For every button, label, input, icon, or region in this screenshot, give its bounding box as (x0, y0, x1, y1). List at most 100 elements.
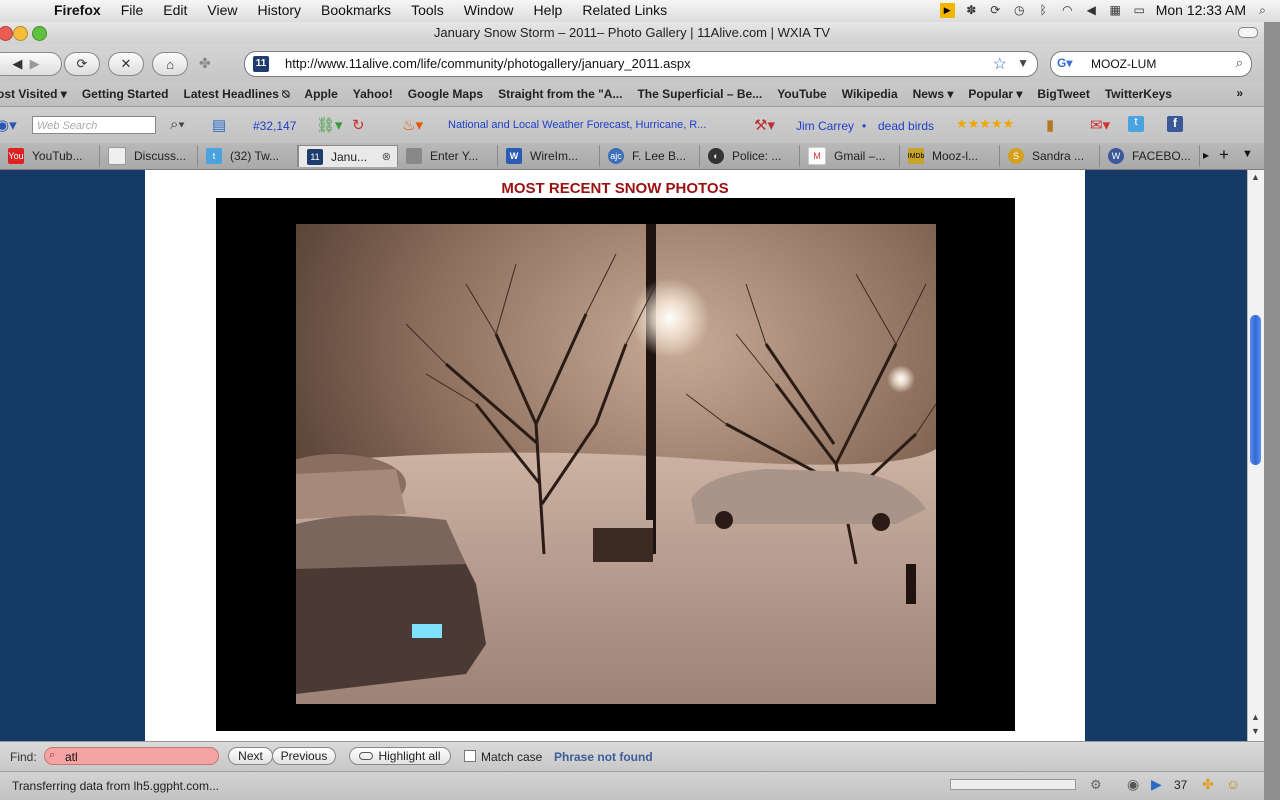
facebook-icon[interactable]: f (1167, 116, 1183, 132)
menubar-clock[interactable]: Mon 12:33 AM (1156, 2, 1246, 18)
spotlight-icon[interactable]: ⌕ (1255, 3, 1270, 18)
forward-arrow-icon[interactable]: ▶ (30, 56, 40, 72)
bluetooth-icon[interactable]: ᛒ (1036, 3, 1051, 18)
tab-sandra[interactable]: S Sandra ... (1000, 145, 1100, 167)
refresh-tool-icon[interactable]: ↻ (352, 116, 365, 134)
bookmark-tool-icon[interactable]: ▤ (212, 116, 226, 134)
tab-ajc[interactable]: ajc F. Lee B... (600, 145, 700, 167)
bookmark-yahoo[interactable]: Yahoo! (353, 87, 393, 101)
addon-gear-icon[interactable]: ⚙ (1090, 777, 1102, 793)
status-puzzle-icon[interactable]: ✤ (1202, 776, 1214, 793)
tab-imdb[interactable]: IMDb Mooz-l... (900, 145, 1000, 167)
site-identity-icon[interactable]: 11 (253, 56, 269, 72)
bookmark-youtube[interactable]: YouTube (777, 87, 827, 101)
highlight-all-button[interactable]: Highlight all (349, 747, 451, 765)
scroll-up-icon[interactable]: ▲ (1251, 172, 1260, 182)
link-chain-icon[interactable]: ⛓▾ (316, 116, 343, 134)
close-tab-icon[interactable]: ⊗ (382, 150, 391, 163)
plugin-icon[interactable]: ▶ (939, 2, 955, 18)
scrollbar-thumb[interactable] (1250, 315, 1261, 465)
sync-icon[interactable]: ⟳ (988, 3, 1003, 18)
bookmark-google-maps[interactable]: Google Maps (408, 87, 483, 101)
puzzle-icon[interactable]: ✤ (199, 55, 211, 72)
menu-history[interactable]: History (257, 2, 301, 18)
search-bar[interactable]: G▾ MOOZ-LUM ⌕ (1050, 51, 1252, 77)
calendar-icon[interactable]: ▦ (1108, 3, 1123, 18)
new-tab-button[interactable]: + (1219, 145, 1229, 165)
paw-icon[interactable]: ✽ (964, 3, 979, 18)
bookmark-most-visited[interactable]: ost Visited ▾ (0, 87, 67, 101)
search-input[interactable]: MOOZ-LUM (1091, 57, 1156, 71)
menu-view[interactable]: View (207, 2, 237, 18)
match-case-checkbox[interactable] (464, 750, 476, 762)
google-engine-icon[interactable]: G▾ (1057, 56, 1072, 70)
dead-birds-link[interactable]: dead birds (878, 119, 934, 133)
back-forward-button[interactable]: ◀ ▶ (0, 52, 62, 76)
bookmark-popular[interactable]: Popular ▾ (968, 87, 1022, 101)
match-case-label[interactable]: Match case (481, 750, 542, 764)
find-input[interactable]: ⌕ atl (44, 747, 219, 765)
twitter-icon[interactable]: t (1128, 116, 1144, 132)
home-button[interactable]: ⌂ (152, 52, 188, 76)
find-next-button[interactable]: Next (228, 747, 273, 765)
search-icon[interactable]: ⌕ (1236, 55, 1243, 71)
tab-january-gallery[interactable]: 11 Janu... ⊗ (298, 145, 398, 167)
tab-enter[interactable]: Enter Y... (398, 145, 498, 167)
bookmark-latest-headlines[interactable]: Latest Headlines ⍉ (184, 87, 290, 102)
menu-help[interactable]: Help (534, 2, 563, 18)
scroll-down-icon[interactable]: ▼ (1251, 726, 1260, 736)
wifi-icon[interactable]: ◠ (1060, 3, 1075, 18)
tab-youtube[interactable]: You YouTub... (0, 145, 100, 167)
bookmark-news[interactable]: News ▾ (913, 87, 954, 101)
bookmark-bigtweet[interactable]: BigTweet (1037, 87, 1089, 101)
menu-window[interactable]: Window (464, 2, 514, 18)
url-bar[interactable]: 11 http://www.11alive.com/life/community… (244, 51, 1038, 77)
weather-forecast-link[interactable]: National and Local Weather Forecast, Hur… (448, 119, 706, 131)
bookmark-getting-started[interactable]: Getting Started (82, 87, 169, 101)
menu-related-links[interactable]: Related Links (582, 2, 667, 18)
menu-file[interactable]: File (121, 2, 144, 18)
tab-gmail[interactable]: M Gmail –... (800, 145, 900, 167)
time-machine-icon[interactable]: ◷ (1012, 3, 1027, 18)
find-previous-button[interactable]: Previous (272, 747, 336, 765)
list-all-tabs-icon[interactable]: ▼ (1242, 148, 1253, 160)
web-search-input[interactable]: Web Search (32, 116, 156, 134)
menu-tools[interactable]: Tools (411, 2, 444, 18)
status-circle-icon[interactable]: ◉ (1127, 776, 1139, 793)
clipboard-icon[interactable]: ▮ (1046, 116, 1054, 134)
toolbar-toggle-button[interactable] (1238, 27, 1258, 38)
rating-stars[interactable]: ★★★★★ (956, 116, 1014, 132)
url-dropdown-icon[interactable]: ▼ (1017, 56, 1029, 70)
bookmark-apple[interactable]: Apple (304, 87, 337, 101)
bookmark-superficial[interactable]: The Superficial – Be... (637, 87, 762, 101)
menu-bookmarks[interactable]: Bookmarks (321, 2, 391, 18)
status-play-icon[interactable]: ▶ (1151, 776, 1162, 793)
tab-wireimage[interactable]: W WireIm... (498, 145, 600, 167)
battery-icon[interactable]: ▭ (1132, 3, 1147, 18)
find-input-value[interactable]: atl (65, 750, 78, 764)
menu-firefox[interactable]: Firefox (54, 2, 101, 18)
search-tool-icon[interactable]: ⌕▾ (170, 116, 185, 133)
menu-edit[interactable]: Edit (163, 2, 187, 18)
tab-facebook-wp[interactable]: W FACEBO... (1100, 145, 1200, 167)
back-arrow-icon[interactable]: ◀ (12, 56, 22, 72)
reload-button[interactable]: ⟳ (64, 52, 100, 76)
status-smiley-icon[interactable]: ☺ (1226, 776, 1240, 792)
bookmark-straight-from[interactable]: Straight from the "A... (498, 87, 622, 101)
jim-carrey-link[interactable]: Jim Carrey (796, 119, 854, 133)
stop-button[interactable]: ✕ (108, 52, 144, 76)
scroll-up-bottom-icon[interactable]: ▲ (1251, 712, 1260, 722)
bookmarks-overflow-icon[interactable]: » (1236, 86, 1243, 100)
tab-overflow-icon[interactable]: ▸ (1203, 148, 1209, 162)
counter-link[interactable]: #32,147 (253, 119, 296, 133)
gmail-icon[interactable]: ✉▾ (1090, 116, 1110, 134)
tab-police[interactable]: ◐ Police: ... (700, 145, 800, 167)
hammer-icon[interactable]: ⚒▾ (754, 116, 775, 134)
tab-twitter[interactable]: t (32) Tw... (198, 145, 298, 167)
bookmark-wikipedia[interactable]: Wikipedia (842, 87, 898, 101)
tab-discuss[interactable]: Discuss... (100, 145, 198, 167)
vertical-scrollbar[interactable]: ▲ ▲ ▼ (1247, 170, 1264, 741)
bookmark-star-icon[interactable]: ☆ (993, 54, 1007, 74)
bookmark-twitterkeys[interactable]: TwitterKeys (1105, 87, 1172, 101)
volume-icon[interactable]: ◀ (1084, 3, 1099, 18)
